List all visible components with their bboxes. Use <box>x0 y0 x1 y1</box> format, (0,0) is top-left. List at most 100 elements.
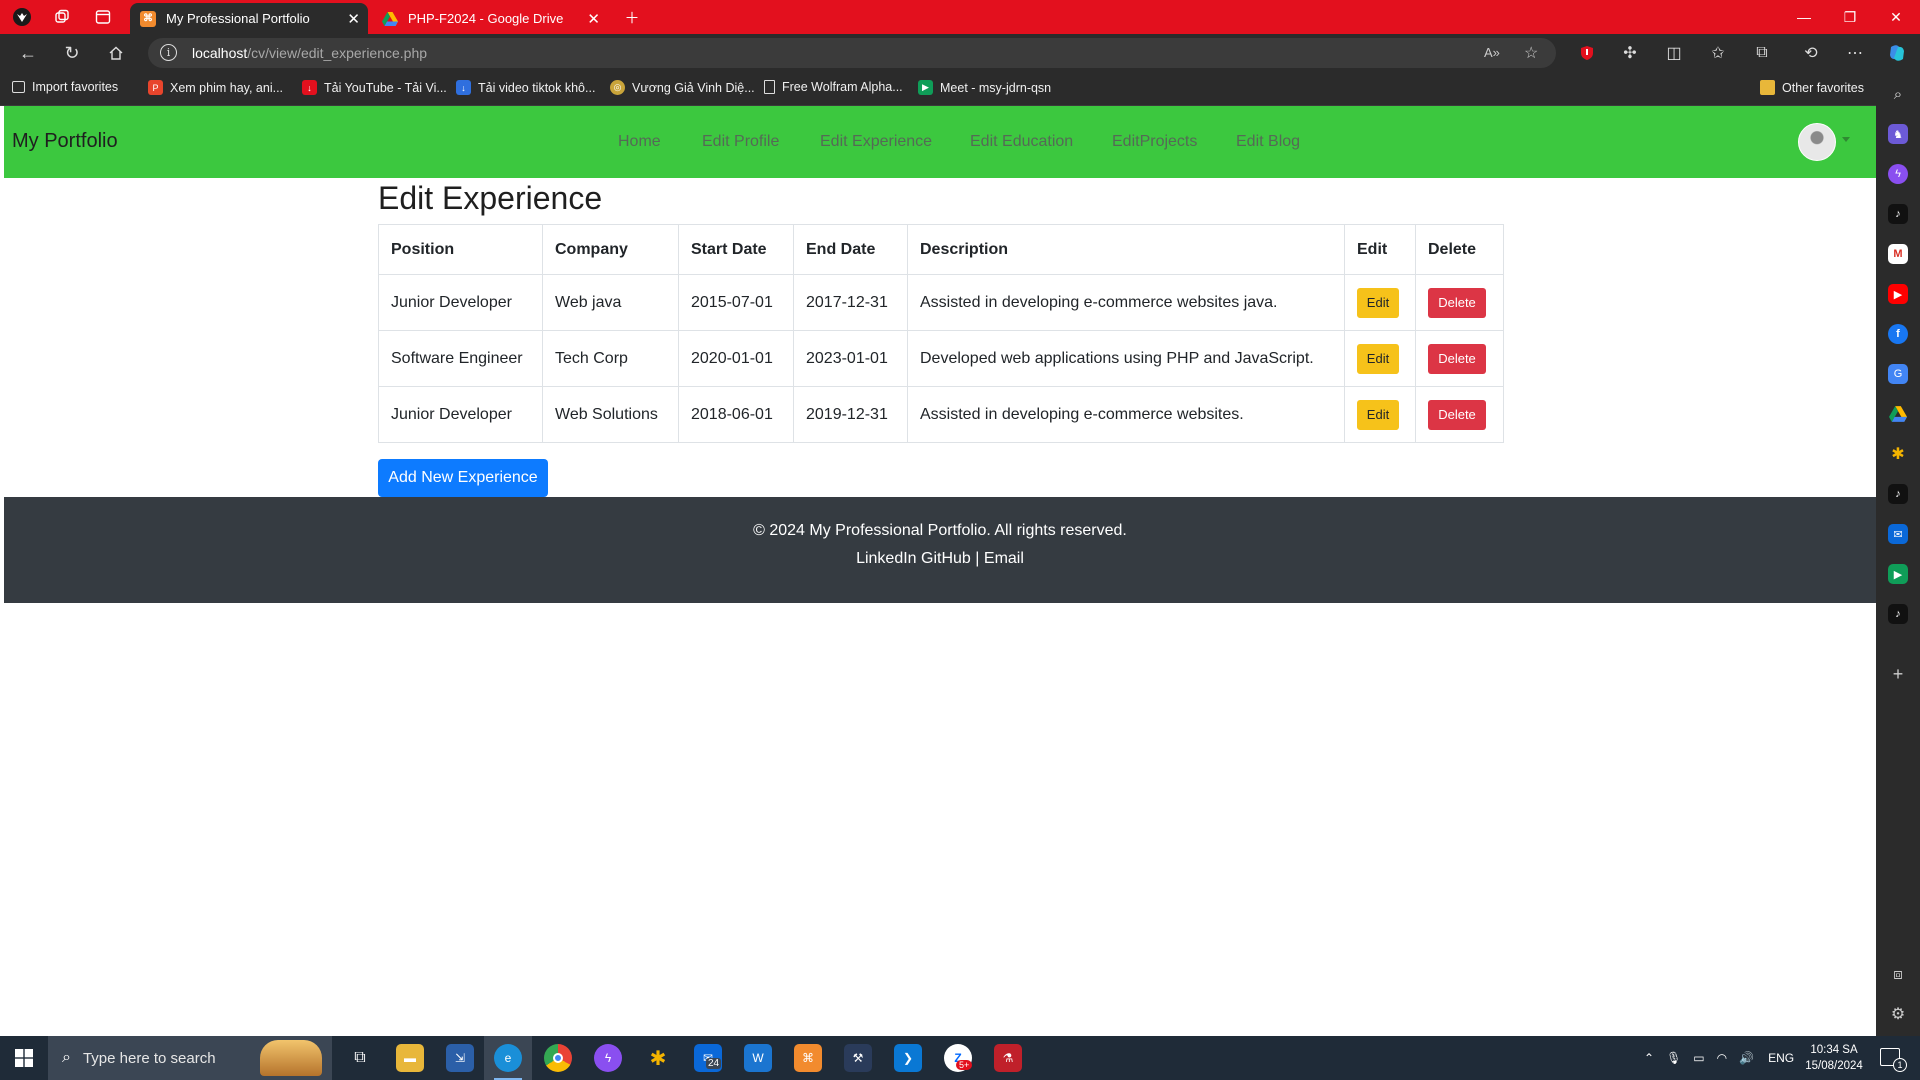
sql-server-icon[interactable]: ⚒ <box>844 1044 872 1072</box>
restore-window-button[interactable]: ❐ <box>1827 0 1873 34</box>
add-new-experience-button[interactable]: Add New Experience <box>378 459 548 497</box>
tiktok-icon[interactable]: ♪ <box>1888 484 1908 504</box>
split-screen-icon[interactable]: ◫ <box>1663 42 1685 64</box>
nav-edit-projects[interactable]: EditProjects <box>1112 133 1197 151</box>
clock[interactable]: 10:34 SA 15/08/2024 <box>1796 1042 1872 1074</box>
favorite-xem-phim[interactable]: P Xem phim hay, ani... <box>148 80 283 95</box>
delete-button[interactable]: Delete <box>1428 287 1486 318</box>
language-indicator[interactable]: ENG <box>1768 1051 1794 1065</box>
app-icon[interactable]: ⚗ <box>994 1044 1022 1072</box>
nav-edit-experience[interactable]: Edit Experience <box>820 133 932 151</box>
outlook-icon[interactable]: ✉ <box>1888 524 1908 544</box>
favorite-wolfram[interactable]: Free Wolfram Alpha... <box>764 80 903 94</box>
google-drive-icon[interactable] <box>1888 404 1908 424</box>
tab-my-professional-portfolio[interactable]: ⌘ My Professional Portfolio ✕ <box>130 3 368 34</box>
wps-office-icon[interactable]: W <box>744 1044 772 1072</box>
refresh-icon[interactable]: ↻ <box>60 41 84 65</box>
address-bar[interactable]: i localhost/cv/view/edit_experience.php … <box>148 38 1556 68</box>
column-header-description: Description <box>907 224 1345 275</box>
youtube-icon[interactable]: ▶ <box>1888 284 1908 304</box>
edit-button[interactable]: Edit <box>1357 399 1399 430</box>
favorite-other-favorites[interactable]: Other favorites <box>1760 80 1864 95</box>
nav-home[interactable]: Home <box>618 133 661 151</box>
app-icon[interactable]: ⇲ <box>446 1044 474 1072</box>
add-sidebar-app-icon[interactable]: + <box>1888 664 1908 684</box>
more-menu-icon[interactable]: ⋯ <box>1844 42 1866 64</box>
footer-link-linkedin[interactable]: LinkedIn <box>856 550 917 567</box>
microsoft-edge-icon[interactable]: e <box>494 1044 522 1072</box>
windows-logo-icon <box>15 1049 33 1067</box>
search-icon[interactable]: ⌕ <box>1888 84 1908 104</box>
favorite-meet[interactable]: ▶ Meet - msy-jdrn-qsn <box>918 80 1051 95</box>
messenger-icon[interactable]: ϟ <box>594 1044 622 1072</box>
xampp-icon[interactable]: ⌘ <box>794 1044 822 1072</box>
close-window-button[interactable]: ✕ <box>1873 0 1919 34</box>
edit-button[interactable]: Edit <box>1357 343 1399 374</box>
screenshot-icon[interactable]: ⧈ <box>1888 964 1908 984</box>
favorite-star-icon[interactable]: ☆ <box>1524 43 1538 63</box>
workspaces-icon[interactable] <box>50 5 74 29</box>
favorites-icon[interactable]: ✩ <box>1707 42 1729 64</box>
battery-icon[interactable]: ▭ <box>1693 1051 1704 1065</box>
column-header-company: Company <box>542 224 679 275</box>
nav-edit-blog[interactable]: Edit Blog <box>1236 133 1300 151</box>
google-photos-icon[interactable]: ✱ <box>1888 444 1908 464</box>
new-tab-plus-icon[interactable]: ＋ <box>620 5 644 29</box>
browser-profile-icon[interactable] <box>10 5 34 29</box>
minimize-window-button[interactable]: — <box>1781 0 1827 34</box>
dropdown-caret-icon[interactable] <box>1842 137 1850 142</box>
site-brand[interactable]: My Portfolio <box>12 130 118 153</box>
read-aloud-icon[interactable]: A» <box>1484 45 1500 60</box>
history-icon[interactable]: ⟲ <box>1800 42 1822 64</box>
task-view-icon[interactable]: ⧉ <box>346 1044 374 1072</box>
cell-delete: Delete <box>1415 274 1504 331</box>
volume-icon[interactable]: 🔊 <box>1739 1051 1754 1065</box>
home-icon[interactable] <box>104 41 128 65</box>
tiktok-icon[interactable]: ♪ <box>1888 604 1908 624</box>
facebook-icon[interactable]: f <box>1888 324 1908 344</box>
favorite-vuong-gia[interactable]: ◎ Vương Giả Vinh Diệ... <box>610 80 755 95</box>
back-arrow-icon[interactable]: ← <box>16 41 40 65</box>
footer-link-email[interactable]: Email <box>984 550 1024 567</box>
page-icon <box>764 80 775 94</box>
favorite-tai-youtube[interactable]: ↓ Tải YouTube - Tải Vi... <box>302 80 447 95</box>
close-tab-icon[interactable]: ✕ <box>587 10 600 28</box>
photos-icon[interactable]: ✱ <box>644 1044 672 1072</box>
google-translate-icon[interactable]: G <box>1888 364 1908 384</box>
footer-link-github[interactable]: GitHub <box>921 550 971 567</box>
address-url[interactable]: localhost/cv/view/edit_experience.php <box>192 45 427 61</box>
wifi-icon[interactable]: ◠ <box>1717 1051 1727 1065</box>
favorite-import-favorites[interactable]: Import favorites <box>12 80 118 94</box>
favorite-tai-tiktok[interactable]: ↓ Tải video tiktok khô... <box>456 80 595 95</box>
gmail-icon[interactable]: M <box>1888 244 1908 264</box>
chevron-up-icon[interactable]: ⌃ <box>1644 1051 1654 1065</box>
site-info-icon[interactable]: i <box>160 44 177 61</box>
column-header-position: Position <box>378 224 543 275</box>
google-chrome-icon[interactable] <box>544 1044 572 1072</box>
vscode-icon[interactable]: ❯ <box>894 1044 922 1072</box>
vertical-tabs-icon[interactable] <box>91 5 115 29</box>
chess-icon[interactable]: ♞ <box>1888 124 1908 144</box>
nav-edit-education[interactable]: Edit Education <box>970 133 1073 151</box>
copilot-icon[interactable] <box>1886 42 1908 64</box>
microphone-icon[interactable]: 🎙 <box>1666 1051 1681 1065</box>
messenger-icon[interactable]: ϟ <box>1888 164 1908 184</box>
windows-start-button[interactable] <box>0 1036 48 1080</box>
delete-button[interactable]: Delete <box>1428 343 1486 374</box>
taskbar-search-box[interactable]: ⌕ Type here to search <box>48 1036 332 1080</box>
nav-edit-profile[interactable]: Edit Profile <box>702 133 779 151</box>
tab-google-drive[interactable]: PHP-F2024 - Google Drive ✕ <box>372 3 608 34</box>
extensions-puzzle-icon[interactable]: ✣ <box>1619 42 1641 64</box>
edit-button[interactable]: Edit <box>1357 287 1399 318</box>
user-avatar[interactable] <box>1798 123 1836 161</box>
column-header-delete: Delete <box>1415 224 1504 275</box>
file-explorer-icon[interactable]: ▬ <box>396 1044 424 1072</box>
sidebar-settings-gear-icon[interactable]: ⚙ <box>1888 1004 1908 1024</box>
download-icon: ↓ <box>456 80 471 95</box>
google-meet-icon[interactable]: ▶ <box>1888 564 1908 584</box>
extension-shield-icon[interactable] <box>1576 42 1598 64</box>
collections-icon[interactable]: ⧉ <box>1751 42 1773 64</box>
delete-button[interactable]: Delete <box>1428 399 1486 430</box>
close-tab-icon[interactable]: ✕ <box>347 10 360 28</box>
tiktok-icon[interactable]: ♪ <box>1888 204 1908 224</box>
